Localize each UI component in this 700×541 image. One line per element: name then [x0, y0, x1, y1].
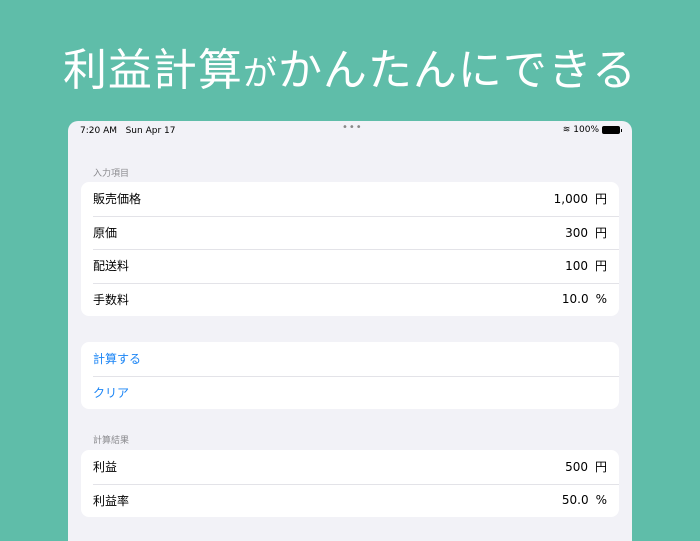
row-unit: 円	[594, 460, 607, 475]
input-row-cost[interactable]: 原価 300 円	[81, 215, 619, 250]
cost-input[interactable]: 300	[565, 226, 588, 240]
result-row-profit: 利益 500 円	[81, 450, 619, 484]
app-screen: 7:20 AM Sun Apr 17 ••• ≋ 100% 入力項目 販売価格 1,…	[68, 121, 632, 541]
price-input[interactable]: 1,000	[554, 192, 588, 206]
row-label: 配送料	[93, 259, 130, 274]
row-unit: 円	[594, 259, 607, 274]
shipping-input[interactable]: 100	[565, 259, 588, 273]
headline-connector: が	[242, 54, 278, 94]
row-label: 利益	[93, 460, 118, 475]
input-card: 販売価格 1,000 円 原価 300 円 配送料 100 円 手数料 10.0%	[81, 182, 619, 316]
promo-headline: 利益計算がかんたんにできる	[0, 34, 700, 98]
row-unit: %	[595, 292, 607, 307]
input-row-shipping[interactable]: 配送料 100 円	[81, 249, 619, 283]
calculate-button[interactable]: 計算する	[81, 342, 619, 376]
actions-card: 計算する クリア	[81, 342, 619, 409]
battery-icon	[602, 126, 622, 134]
status-bar: 7:20 AM Sun Apr 17 ••• ≋ 100%	[68, 121, 632, 141]
input-row-price[interactable]: 販売価格 1,000 円	[81, 182, 619, 216]
result-card: 利益 500 円 利益率 50.0%	[81, 450, 619, 517]
profit-value: 500	[565, 460, 588, 475]
multitasking-dots-icon[interactable]: •••	[342, 122, 363, 133]
row-unit: 円	[594, 192, 607, 207]
row-unit: %	[595, 493, 607, 508]
row-label: 原価	[93, 225, 118, 240]
headline-main: 利益計算	[62, 45, 243, 96]
input-section-label: 入力項目	[93, 169, 130, 179]
clear-button[interactable]: クリア	[81, 375, 619, 410]
status-time: 7:20 AM Sun Apr 17	[80, 126, 176, 136]
margin-value: 50.0	[561, 493, 589, 508]
headline-rest: かんたんにできる	[277, 45, 638, 96]
row-label: 利益率	[93, 493, 130, 508]
battery-percent: 100%	[573, 125, 599, 135]
row-label: 販売価格	[93, 192, 142, 207]
wifi-icon: ≋	[562, 125, 571, 135]
result-row-margin: 利益率 50.0%	[81, 483, 619, 518]
result-section-label: 計算結果	[93, 436, 130, 446]
row-label: 手数料	[93, 292, 130, 307]
fee-input[interactable]: 10.0	[562, 292, 589, 306]
input-row-fee[interactable]: 手数料 10.0%	[81, 282, 619, 317]
row-unit: 円	[594, 225, 607, 240]
